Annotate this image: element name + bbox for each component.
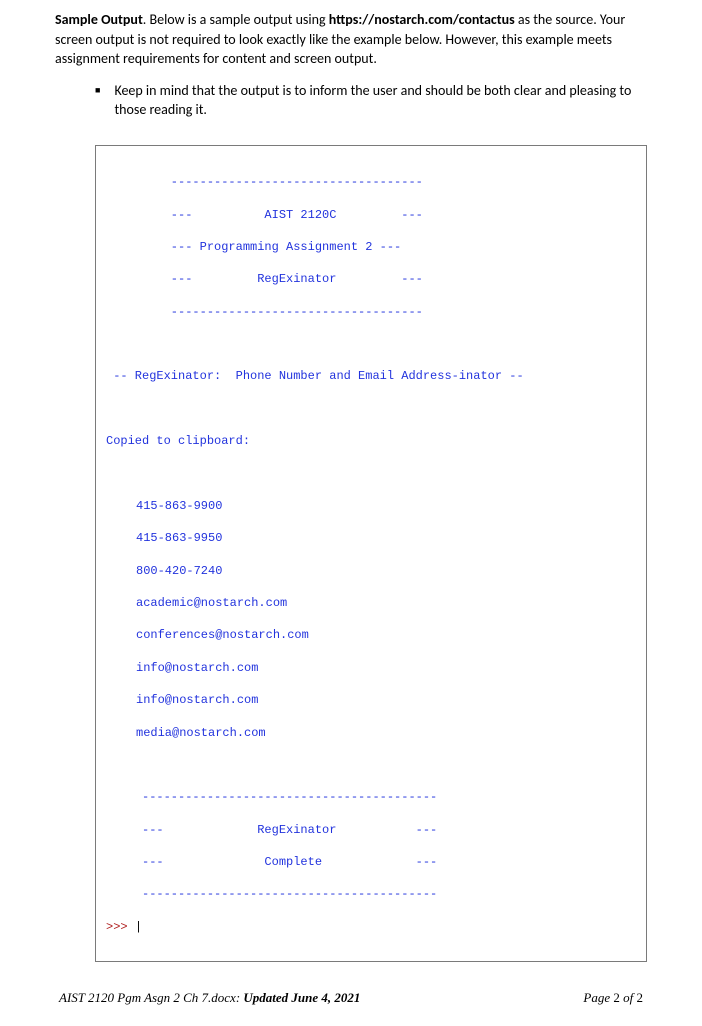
page-footer: AIST 2120 Pgm Asgn 2 Ch 7.docx: Updated … [55, 990, 647, 1006]
out-hr1: ----------------------------------- [106, 174, 636, 190]
out-prompt-line: >>> | [106, 919, 636, 935]
out-cursor: | [135, 920, 142, 934]
sample-output-lead: Sample Output [55, 11, 143, 28]
out-r3: 800-420-7240 [106, 563, 636, 579]
out-blank3 [106, 466, 636, 482]
footer-left: AIST 2120 Pgm Asgn 2 Ch 7.docx: Updated … [59, 990, 360, 1006]
out-blank2 [106, 401, 636, 417]
out-r4: academic@nostarch.com [106, 595, 636, 611]
out-fhr2: ----------------------------------------… [106, 886, 636, 902]
out-l3: --- RegExinator --- [106, 271, 636, 287]
footer-right: Page 2 of 2 [583, 990, 643, 1006]
out-blank4 [106, 757, 636, 773]
out-prompt: >>> [106, 920, 135, 934]
out-f2: --- Complete --- [106, 854, 636, 870]
footer-page-label: Page [583, 990, 613, 1005]
p1-t1: . Below is a sample output using [143, 11, 329, 28]
out-r7: info@nostarch.com [106, 692, 636, 708]
out-r6: info@nostarch.com [106, 660, 636, 676]
out-f1: --- RegExinator --- [106, 822, 636, 838]
out-r8: media@nostarch.com [106, 725, 636, 741]
bullet-mark-icon: ■ [95, 81, 100, 98]
out-copied: Copied to clipboard: [106, 433, 636, 449]
out-blank1 [106, 336, 636, 352]
sample-output-box: ----------------------------------- --- … [95, 145, 647, 962]
out-hr2: ----------------------------------- [106, 304, 636, 320]
bullet-item: ■ Keep in mind that the output is to inf… [95, 81, 647, 120]
sample-output-paragraph: Sample Output. Below is a sample output … [55, 10, 647, 69]
footer-page-total: 2 [637, 990, 644, 1005]
out-r1: 415-863-9900 [106, 498, 636, 514]
sample-url: https://nostarch.com/contactus [329, 11, 515, 28]
footer-of-label: of [620, 990, 637, 1005]
bullet-text: Keep in mind that the output is to infor… [114, 81, 647, 120]
footer-filename: AIST 2120 Pgm Asgn 2 Ch 7.docx: [59, 990, 240, 1005]
out-l1: --- AIST 2120C --- [106, 207, 636, 223]
bullet-list: ■ Keep in mind that the output is to inf… [55, 81, 647, 120]
out-r5: conferences@nostarch.com [106, 627, 636, 643]
out-fhr1: ----------------------------------------… [106, 789, 636, 805]
footer-updated: Updated June 4, 2021 [240, 990, 360, 1005]
out-l2: --- Programming Assignment 2 --- [106, 239, 636, 255]
out-r2: 415-863-9950 [106, 530, 636, 546]
out-sub: -- RegExinator: Phone Number and Email A… [106, 368, 636, 384]
